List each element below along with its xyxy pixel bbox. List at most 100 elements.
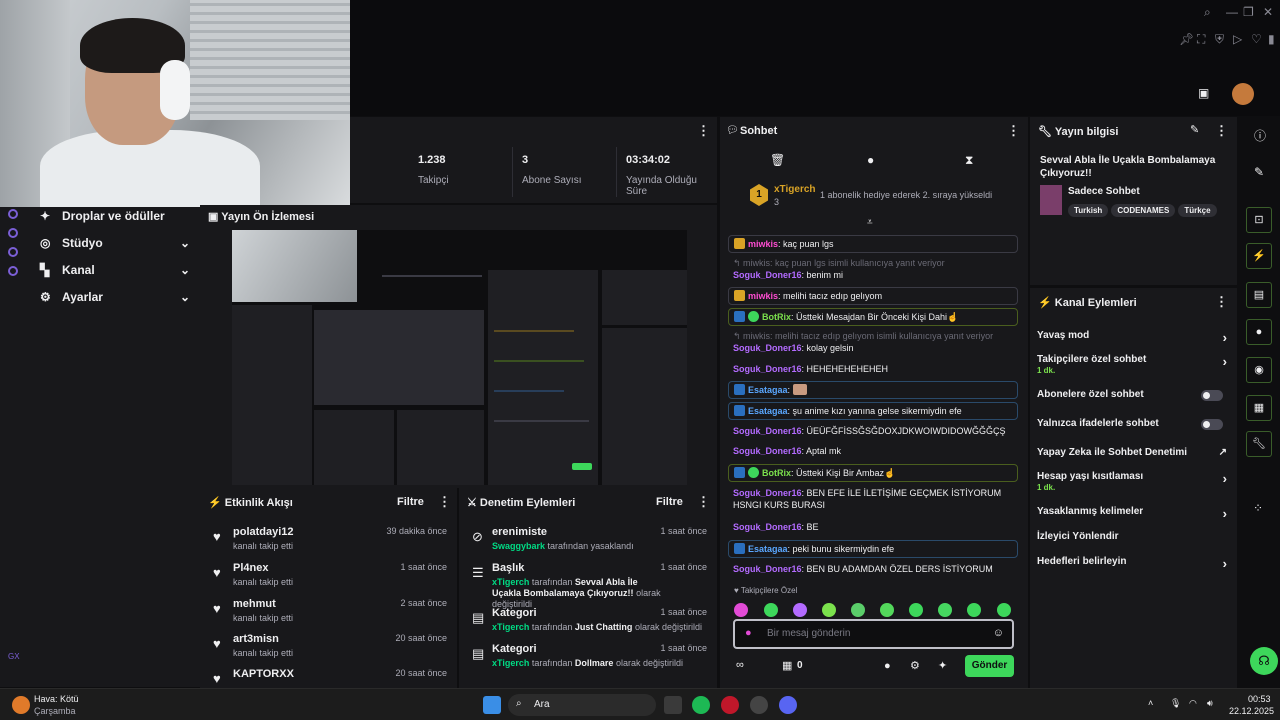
send-button[interactable]: Gönder bbox=[965, 655, 1014, 677]
close-icon[interactable]: ✕ bbox=[1263, 5, 1273, 19]
clip-icon[interactable]: ⊡ bbox=[1246, 207, 1272, 233]
spotify-icon[interactable] bbox=[692, 696, 710, 714]
heart-icon[interactable]: ♡ bbox=[1251, 32, 1262, 46]
stream-preview-video[interactable] bbox=[232, 230, 687, 485]
emote-icon[interactable] bbox=[822, 603, 836, 617]
edit-icon[interactable]: ✎ bbox=[1190, 123, 1199, 136]
help-icon[interactable]: ☊ bbox=[1250, 647, 1278, 675]
moderation-filter-button[interactable]: Filtre bbox=[656, 496, 683, 508]
action-ai-moderation[interactable]: Yapay Zeka ile Sohbet Denetimi ↗ bbox=[1037, 447, 1229, 458]
note-icon[interactable]: ▤ bbox=[1246, 282, 1272, 308]
weather-icon[interactable] bbox=[12, 696, 30, 714]
emote-icon[interactable] bbox=[880, 603, 894, 617]
preview-title: ▣ Yayın Ön İzlemesi bbox=[208, 211, 315, 223]
chevron-right-icon: › bbox=[1222, 354, 1227, 369]
chat-bubble-icon[interactable]: ● bbox=[867, 153, 874, 167]
channel-actions-title: ⚡ Kanal Eylemleri bbox=[1038, 297, 1137, 309]
mic-icon[interactable]: ● bbox=[745, 627, 752, 639]
toggle-switch[interactable] bbox=[1201, 390, 1223, 401]
emote-icon[interactable] bbox=[938, 603, 952, 617]
edit-icon[interactable]: ✎ bbox=[1254, 165, 1264, 179]
category-thumbnail[interactable] bbox=[1040, 185, 1062, 215]
chat-message: Esatagaa: şu anime kızı yanına gelse sik… bbox=[728, 402, 1018, 420]
activity-filter-button[interactable]: Filtre bbox=[397, 496, 424, 508]
ad-icon[interactable]: ▦ bbox=[1246, 395, 1272, 421]
dots-icon[interactable]: ⁘ bbox=[1253, 501, 1263, 515]
nav-drops[interactable]: ✦ Droplar ve ödüller bbox=[40, 209, 190, 223]
play-icon[interactable]: ▷ bbox=[1233, 32, 1242, 46]
chat-input[interactable]: ● Bir mesaj gönderin ☺ bbox=[733, 619, 1014, 649]
gear-icon[interactable]: ⚙ bbox=[910, 659, 920, 672]
wrench-icon[interactable]: 🔧︎ bbox=[1246, 431, 1272, 457]
activity-feed-panel: ⚡ Etkinlik Akışı Filtre ⋮ ♥ polatdayi12 ka… bbox=[200, 488, 457, 688]
channel-actions-menu-icon[interactable]: ⋮ bbox=[1215, 294, 1228, 310]
bot-icon[interactable]: ✦ bbox=[938, 659, 947, 672]
info-menu-icon[interactable]: ⋮ bbox=[1215, 123, 1228, 139]
rail-icon[interactable] bbox=[8, 209, 18, 219]
opera-icon[interactable] bbox=[721, 696, 739, 714]
emote-icon[interactable] bbox=[851, 603, 865, 617]
action-followers-only[interactable]: Takipçilere özel sohbet 1 dk. › bbox=[1037, 354, 1229, 375]
chat-menu-icon[interactable]: ⋮ bbox=[1007, 123, 1020, 139]
followers-only-label: ♥ Takipçilere Özel bbox=[734, 586, 798, 595]
emote-icon[interactable] bbox=[734, 603, 748, 617]
tag[interactable]: CODENAMES bbox=[1111, 204, 1176, 217]
hourglass-icon[interactable]: ⧗ bbox=[965, 153, 973, 168]
rail-icon[interactable] bbox=[8, 228, 18, 238]
stats-menu-icon[interactable]: ⋮ bbox=[697, 123, 710, 139]
flash-icon[interactable]: ⚡ bbox=[1246, 243, 1272, 269]
emote-icon[interactable] bbox=[967, 603, 981, 617]
volume-icon[interactable]: 🔊︎ bbox=[1207, 698, 1213, 709]
chevron-up-icon[interactable]: ˄ bbox=[1148, 698, 1153, 708]
action-account-age[interactable]: Hesap yaşı kısıtlaması 1 dk. › bbox=[1037, 471, 1229, 492]
chat-message: Esatagaa: bbox=[728, 381, 1018, 399]
maximize-icon[interactable]: ❐ bbox=[1243, 5, 1254, 19]
emote-icon[interactable] bbox=[997, 603, 1011, 617]
crop-icon[interactable]: ⛶ bbox=[1197, 32, 1205, 47]
category-name[interactable]: Sadece Sohbet bbox=[1068, 186, 1140, 197]
rail-icon[interactable] bbox=[8, 266, 18, 276]
rail-icon[interactable] bbox=[8, 247, 18, 257]
chat-bubble-icon[interactable]: ● bbox=[884, 660, 891, 672]
bookmark-icon[interactable]: ▮ bbox=[1268, 32, 1275, 46]
activity-menu-icon[interactable]: ⋮ bbox=[438, 494, 451, 510]
emote-icon[interactable] bbox=[793, 603, 807, 617]
action-banned-words[interactable]: Yasaklanmış kelimeler › bbox=[1037, 506, 1229, 521]
broadcast-icon[interactable]: ◉ bbox=[1246, 357, 1272, 383]
infinity-icon[interactable]: ∞ bbox=[736, 659, 744, 671]
pin-icon[interactable]: 📌︎ bbox=[1179, 32, 1194, 46]
action-set-goals[interactable]: Hedefleri belirleyin › bbox=[1037, 556, 1229, 571]
info-icon[interactable]: ⓘ bbox=[1254, 127, 1266, 144]
start-icon[interactable] bbox=[483, 696, 501, 714]
stream-stats: ⋮ 1.238 Takipçi 3 Abone Sayısı 03:34:02 … bbox=[350, 117, 717, 203]
tag[interactable]: Türkçe bbox=[1178, 204, 1217, 217]
action-raid[interactable]: İzleyici Yönlendir bbox=[1037, 531, 1229, 542]
list-item: ☰ Başlık xTigerch tarafından Sevval Abla İ… bbox=[472, 562, 707, 609]
nav-channel[interactable]: ▚ Kanal ⌄ bbox=[40, 263, 190, 277]
shield-icon[interactable]: ⛨ bbox=[1215, 32, 1224, 47]
emote-icon[interactable] bbox=[909, 603, 923, 617]
chat-icon[interactable]: ● bbox=[1246, 319, 1272, 345]
discord-icon[interactable] bbox=[779, 696, 797, 714]
tag[interactable]: Turkish bbox=[1068, 204, 1109, 217]
mod-badge bbox=[734, 405, 745, 416]
emoji-icon[interactable]: ☺ bbox=[993, 627, 1004, 639]
avatar[interactable] bbox=[1232, 83, 1254, 105]
minimize-icon[interactable]: — bbox=[1226, 5, 1238, 19]
nav-settings[interactable]: ⚙ Ayarlar ⌄ bbox=[40, 290, 190, 304]
emote-icon[interactable] bbox=[764, 603, 778, 617]
moderation-menu-icon[interactable]: ⋮ bbox=[697, 494, 710, 510]
taskview-icon[interactable] bbox=[664, 696, 682, 714]
mod-view-icon[interactable]: ▣ bbox=[1198, 86, 1209, 100]
search-box[interactable]: ⌕ Ara bbox=[508, 694, 656, 716]
chat-message: Soguk_Doner16: BEN EFE İLE İLETİŞİME GEÇ… bbox=[733, 488, 1002, 510]
wifi-icon[interactable]: ◠ bbox=[1189, 698, 1197, 709]
nav-studio[interactable]: ◎ Stüdyo ⌄ bbox=[40, 236, 190, 250]
app-icon[interactable] bbox=[750, 696, 768, 714]
trash-icon[interactable]: 🗑︎ bbox=[770, 153, 785, 167]
mic-icon[interactable]: 🎙︎ bbox=[1170, 698, 1181, 709]
toggle-switch[interactable] bbox=[1201, 419, 1223, 430]
chat-icon: 💬︎ bbox=[726, 125, 739, 136]
action-slow-mode[interactable]: Yavaş mod › bbox=[1037, 330, 1229, 345]
search-icon[interactable]: ⌕ bbox=[1204, 5, 1211, 20]
